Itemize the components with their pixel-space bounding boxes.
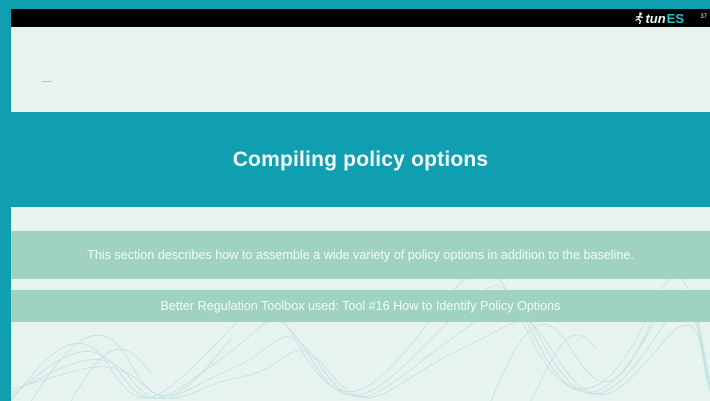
slide-title: Compiling policy options (232, 147, 489, 171)
logo-text-tun: tun (645, 10, 666, 26)
section-description: This section describes how to assemble a… (87, 248, 634, 262)
logo-text-es: ES (666, 10, 684, 26)
tunes-logo: tun ES (634, 10, 684, 26)
description-band: This section describes how to assemble a… (11, 231, 710, 279)
slide: tun ES 37 Compiling policy options This s… (11, 9, 710, 401)
running-figure-icon (635, 12, 644, 24)
toolbox-band: Better Regulation Toolbox used: Tool #16… (11, 290, 710, 322)
decorative-dash (42, 81, 52, 82)
slide-top-bar: tun ES 37 (11, 9, 710, 27)
slide-number: 37 (700, 14, 707, 20)
toolbox-note: Better Regulation Toolbox used: Tool #16… (160, 299, 561, 313)
title-band: Compiling policy options (11, 112, 710, 207)
